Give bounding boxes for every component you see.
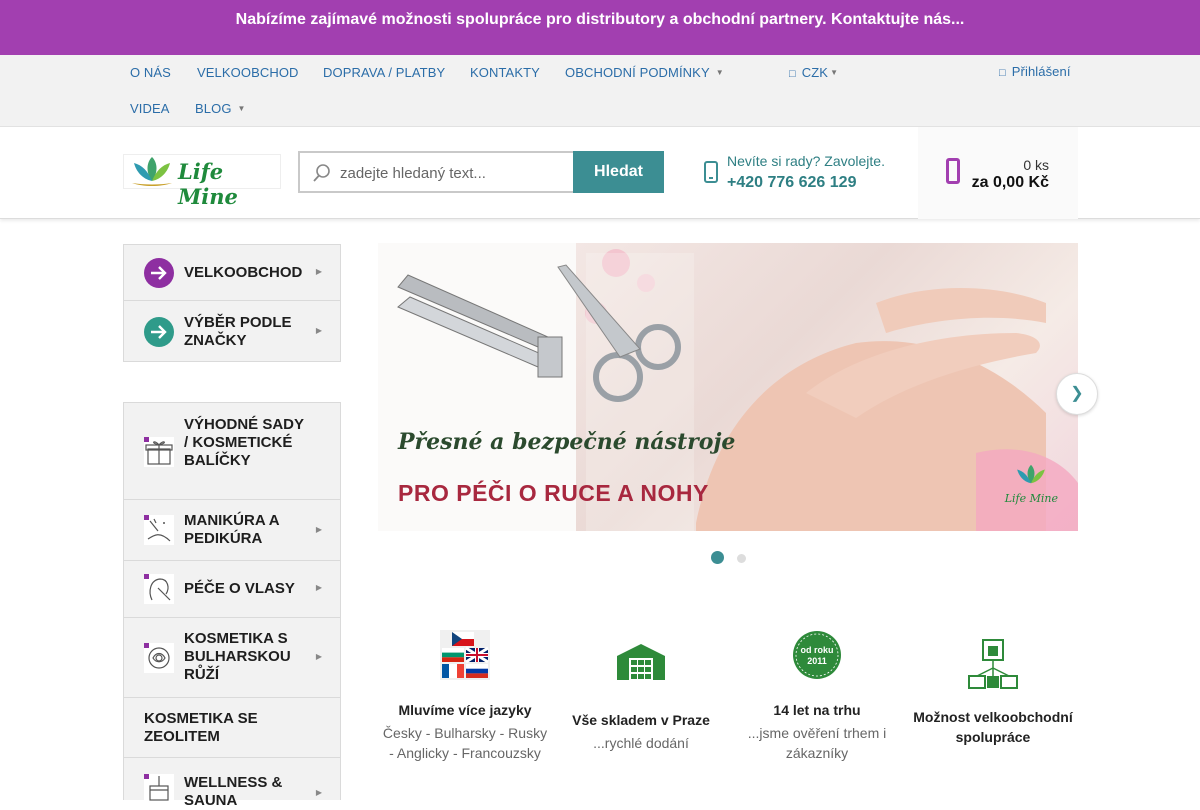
- sidebar-item-label: VÝBĚR PODLE ZNAČKY: [184, 314, 292, 349]
- feature-title: Vše skladem v Praze: [572, 712, 710, 728]
- cart-total: za 0,00 Kč: [971, 174, 1049, 191]
- sidebar-item-label: MANIKÚRA A PEDIKÚRA: [184, 512, 279, 547]
- lotus-logo-icon: [1017, 464, 1046, 484]
- nav-terms-label: OBCHODNÍ PODMÍNKY: [565, 65, 710, 80]
- lotus-logo-icon: [132, 157, 172, 186]
- flags-icon: [440, 630, 490, 680]
- login-link[interactable]: □ Přihlášení: [999, 64, 1071, 79]
- top-navigation: O NÁS VELKOOBCHOD DOPRAVA / PLATBY KONTA…: [0, 55, 1200, 127]
- sidebar-item-label: VÝHODNÉ SADY / KOSMETICKÉ BALÍČKY: [184, 416, 304, 469]
- rose-icon: [144, 643, 174, 673]
- slide-subline: PRO PÉČI O RUCE A NOHY: [398, 480, 709, 506]
- chevron-right-icon: ▶: [315, 525, 322, 534]
- slide-logo-text: Life Mine: [1004, 492, 1058, 505]
- slider-dot[interactable]: [737, 554, 746, 563]
- slider-next-button[interactable]: ❯: [1056, 373, 1098, 415]
- sidebar-categories: VÝHODNÉ SADY / KOSMETICKÉ BALÍČKY MANIKÚ…: [123, 402, 341, 809]
- phone-icon: [704, 161, 718, 183]
- slider-dot-active[interactable]: [711, 551, 724, 564]
- currency-value: CZK: [801, 65, 829, 80]
- help-phone-link[interactable]: +420 776 626 129: [727, 174, 856, 192]
- search-box: [298, 151, 574, 193]
- currency-selector[interactable]: □ CZK ▼: [789, 65, 838, 80]
- feature-stock: Vše skladem v Praze ...rychlé dodání: [556, 640, 726, 753]
- sidebar-quick-links: VELKOOBCHOD ▶ VÝBĚR PODLE ZNAČKY ▶: [123, 244, 341, 362]
- currency-icon: □: [789, 68, 796, 80]
- sidebar-item-wellness[interactable]: WELLNESS & SAUNA ▶: [124, 758, 340, 809]
- site-logo[interactable]: Life Mine: [123, 154, 281, 209]
- nav-videos[interactable]: VIDEA: [130, 101, 170, 116]
- feature-desc: ...rychlé dodání: [593, 735, 689, 751]
- warehouse-icon: [617, 644, 665, 680]
- nav-contacts[interactable]: KONTAKTY: [470, 65, 540, 80]
- cart-icon: [946, 158, 960, 184]
- arrow-right-circle-icon: [144, 317, 174, 347]
- nav-about[interactable]: O NÁS: [130, 65, 171, 80]
- sidebar-item-wholesale[interactable]: VELKOOBCHOD ▶: [124, 245, 340, 301]
- cart-count: 0 ks: [1023, 157, 1049, 173]
- chevron-right-icon: ▶: [315, 788, 322, 797]
- badge-line1: od roku: [801, 645, 834, 655]
- chevron-right-icon: ▶: [315, 326, 322, 335]
- chevron-right-icon: ▶: [315, 583, 322, 592]
- sidebar-item-rose-cosmetics[interactable]: KOSMETIKA S BULHARSKOU RŮŽÍ ▶: [124, 618, 340, 698]
- sidebar-item-brands[interactable]: VÝBĚR PODLE ZNAČKY ▶: [124, 301, 340, 361]
- chevron-right-icon: ▶: [315, 267, 322, 276]
- feature-desc: Česky - Bulharsky - Rusky - Anglicky - F…: [382, 725, 548, 761]
- chevron-right-icon: ❯: [1070, 385, 1084, 402]
- hair-care-icon: [144, 574, 174, 604]
- nav-blog[interactable]: BLOG ▼: [195, 101, 246, 116]
- nav-terms[interactable]: OBCHODNÍ PODMÍNKY ▼: [565, 65, 724, 80]
- slide-logo: Life Mine: [1005, 463, 1058, 505]
- sidebar-item-label: PÉČE O VLASY: [184, 580, 295, 597]
- sidebar-item-manicure[interactable]: MANIKÚRA A PEDIKÚRA ▶: [124, 500, 340, 561]
- gift-icon: [144, 437, 174, 467]
- nav-shipping[interactable]: DOPRAVA / PLATBY: [323, 65, 445, 80]
- feature-years: od roku 2011 14 let na trhu ...jsme ověř…: [732, 630, 902, 763]
- search-input[interactable]: [340, 162, 560, 184]
- chevron-down-icon: ▼: [830, 68, 839, 77]
- arrow-right-circle-icon: [144, 258, 174, 288]
- badge-line2: 2011: [807, 656, 827, 666]
- search-button[interactable]: Hledat: [573, 151, 664, 193]
- sidebar-item-label: WELLNESS & SAUNA: [184, 774, 283, 809]
- feature-title: Mluvíme více jazyky: [398, 702, 532, 718]
- nail-tools-illustration: [397, 264, 681, 402]
- feature-languages: Mluvíme více jazyky Česky - Bulharsky - …: [380, 630, 550, 763]
- sidebar-item-label: KOSMETIKA SE ZEOLITEM: [144, 710, 258, 745]
- manicure-icon: [144, 515, 174, 545]
- feature-title: Možnost velkoobchodní spolupráce: [913, 709, 1073, 745]
- chevron-down-icon: ▼: [715, 68, 724, 77]
- sidebar-item-label: KOSMETIKA S BULHARSKOU RŮŽÍ: [184, 630, 291, 683]
- promo-text[interactable]: Nabízíme zajímavé možnosti spolupráce pr…: [236, 11, 965, 28]
- user-icon: □: [999, 67, 1006, 79]
- sidebar-item-zeolite[interactable]: KOSMETIKA SE ZEOLITEM: [124, 698, 340, 758]
- cart-widget[interactable]: 0 ks za 0,00 Kč: [918, 127, 1078, 219]
- wholesale-network-icon: [968, 639, 1018, 689]
- since-2011-badge-icon: od roku 2011: [793, 631, 841, 679]
- nav-wholesale[interactable]: VELKOOBCHOD: [197, 65, 299, 80]
- sidebar-item-sets[interactable]: VÝHODNÉ SADY / KOSMETICKÉ BALÍČKY: [124, 403, 340, 500]
- slide-headline: Přesné a bezpečné nástroje: [398, 429, 736, 455]
- search-icon: [313, 164, 330, 182]
- promo-banner[interactable]: Nabízíme zajímavé možnosti spolupráce pr…: [0, 0, 1200, 55]
- site-header: Life Mine Hledat Nevíte si rady? Zavolej…: [0, 127, 1200, 219]
- feature-desc: ...jsme ověření trhem i zákazníky: [747, 725, 887, 761]
- nav-blog-label: BLOG: [195, 101, 232, 116]
- logo-wordmark: Life Mine: [178, 159, 238, 209]
- hero-slider[interactable]: Přesné a bezpečné nástroje PRO PÉČI O RU…: [378, 243, 1078, 531]
- chevron-down-icon: ▼: [237, 104, 246, 113]
- chevron-right-icon: ▶: [315, 652, 322, 661]
- sidebar-item-label: VELKOOBCHOD: [184, 264, 303, 281]
- help-text: Nevíte si rady? Zavolejte.: [727, 153, 885, 169]
- feature-title: 14 let na trhu: [773, 702, 861, 718]
- feature-wholesale: Možnost velkoobchodní spolupráce: [908, 638, 1078, 747]
- login-label: Přihlášení: [1011, 64, 1071, 79]
- sidebar-item-hair-care[interactable]: PÉČE O VLASY ▶: [124, 561, 340, 618]
